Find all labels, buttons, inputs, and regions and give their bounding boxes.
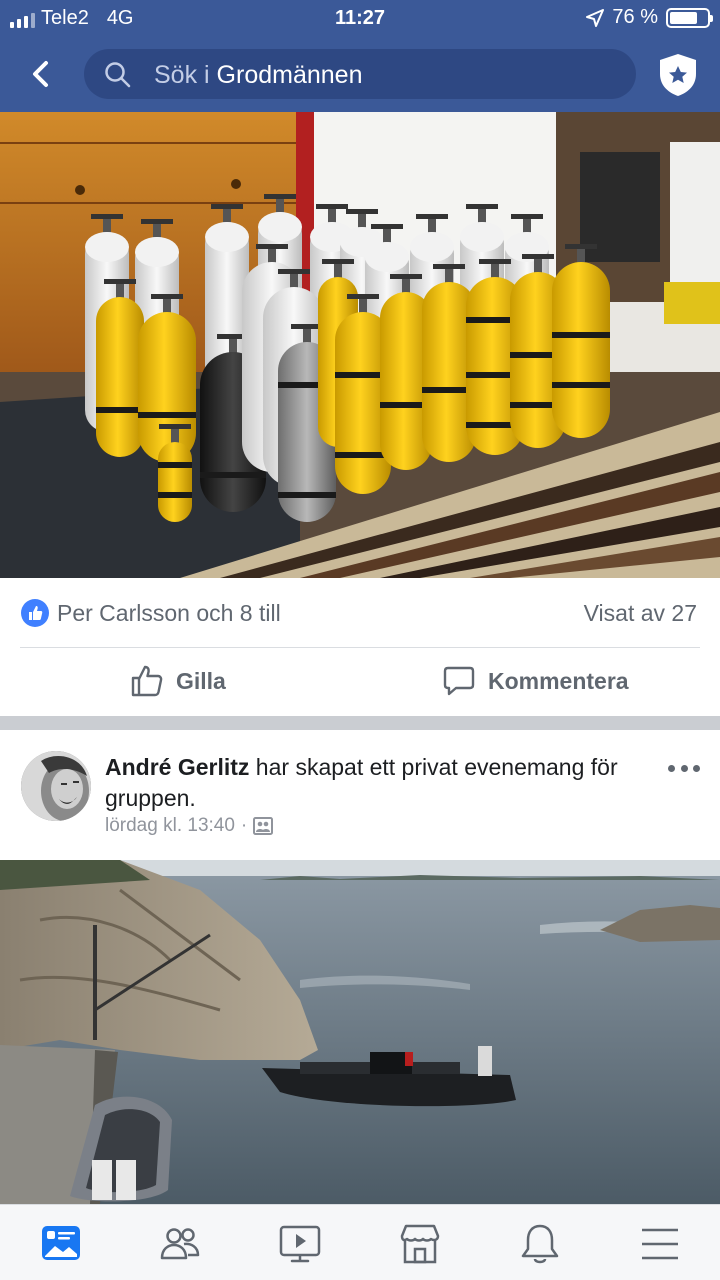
- tab-friends[interactable]: [158, 1222, 202, 1266]
- post-headline: André Gerlitz har skapat ett privat even…: [105, 752, 645, 814]
- comment-label: Kommentera: [488, 667, 629, 694]
- battery-percent: 76 %: [612, 6, 658, 28]
- battery-icon: [666, 7, 713, 28]
- thumbs-up-icon: [131, 665, 163, 697]
- like-label: Gilla: [176, 667, 226, 694]
- comment-button[interactable]: Kommentera: [442, 664, 629, 698]
- notifications-icon: [521, 1224, 559, 1264]
- chevron-left-icon: [33, 61, 48, 87]
- post-timestamp[interactable]: lördag kl. 13:40: [105, 815, 235, 837]
- admin-tools-button[interactable]: [656, 52, 700, 98]
- top-bar: Sök i Grodmännen: [0, 36, 720, 112]
- post-meta: lördag kl. 13:40 ·: [105, 815, 274, 837]
- event-post: André Gerlitz har skapat ett privat even…: [0, 730, 720, 860]
- marketplace-icon: [400, 1224, 440, 1264]
- post-photo-dive-tanks[interactable]: [0, 112, 720, 578]
- reactions-row[interactable]: Per Carlsson och 8 till Visat av 27: [0, 578, 720, 648]
- search-placeholder: Sök i Grodmännen: [154, 61, 363, 89]
- meta-separator: ·: [240, 815, 248, 836]
- friends-icon: [160, 1228, 200, 1260]
- dive-tank: [552, 244, 610, 438]
- like-reaction-icon: [21, 599, 49, 627]
- comment-bubble-icon: [443, 666, 475, 696]
- back-button[interactable]: [22, 54, 62, 94]
- avatar[interactable]: [21, 751, 91, 821]
- status-bar: Tele2 4G 11:27 76 %: [0, 0, 720, 36]
- bottom-tab-bar: [0, 1204, 720, 1280]
- search-icon: [105, 62, 131, 88]
- shield-star-icon: [660, 54, 696, 96]
- post-photo-sea-boats[interactable]: [0, 860, 720, 1204]
- post-actions: Gilla Kommentera: [0, 648, 720, 716]
- more-options-button[interactable]: [668, 756, 700, 780]
- tab-marketplace[interactable]: [398, 1222, 442, 1266]
- dive-tanks-image: [0, 112, 720, 578]
- group-search-input[interactable]: Sök i Grodmännen: [84, 49, 636, 99]
- tab-watch[interactable]: [278, 1222, 322, 1266]
- author-name[interactable]: André Gerlitz: [105, 754, 249, 780]
- group-icon: [253, 817, 274, 835]
- reactors-summary[interactable]: Per Carlsson och 8 till: [57, 600, 281, 627]
- tab-news-feed[interactable]: [39, 1222, 83, 1266]
- dive-tank: [96, 279, 144, 457]
- tab-notifications[interactable]: [518, 1222, 562, 1266]
- location-icon: [586, 8, 605, 27]
- group-name: Grodmännen: [216, 61, 363, 89]
- sea-boats-image: [0, 860, 720, 1204]
- like-button[interactable]: Gilla: [130, 664, 226, 698]
- news-feed-icon: [42, 1226, 80, 1260]
- menu-icon: [642, 1228, 678, 1260]
- watch-icon: [279, 1225, 321, 1263]
- tab-menu[interactable]: [638, 1222, 682, 1266]
- feed-separator: [0, 716, 720, 730]
- seen-by-count[interactable]: Visat av 27: [584, 600, 697, 627]
